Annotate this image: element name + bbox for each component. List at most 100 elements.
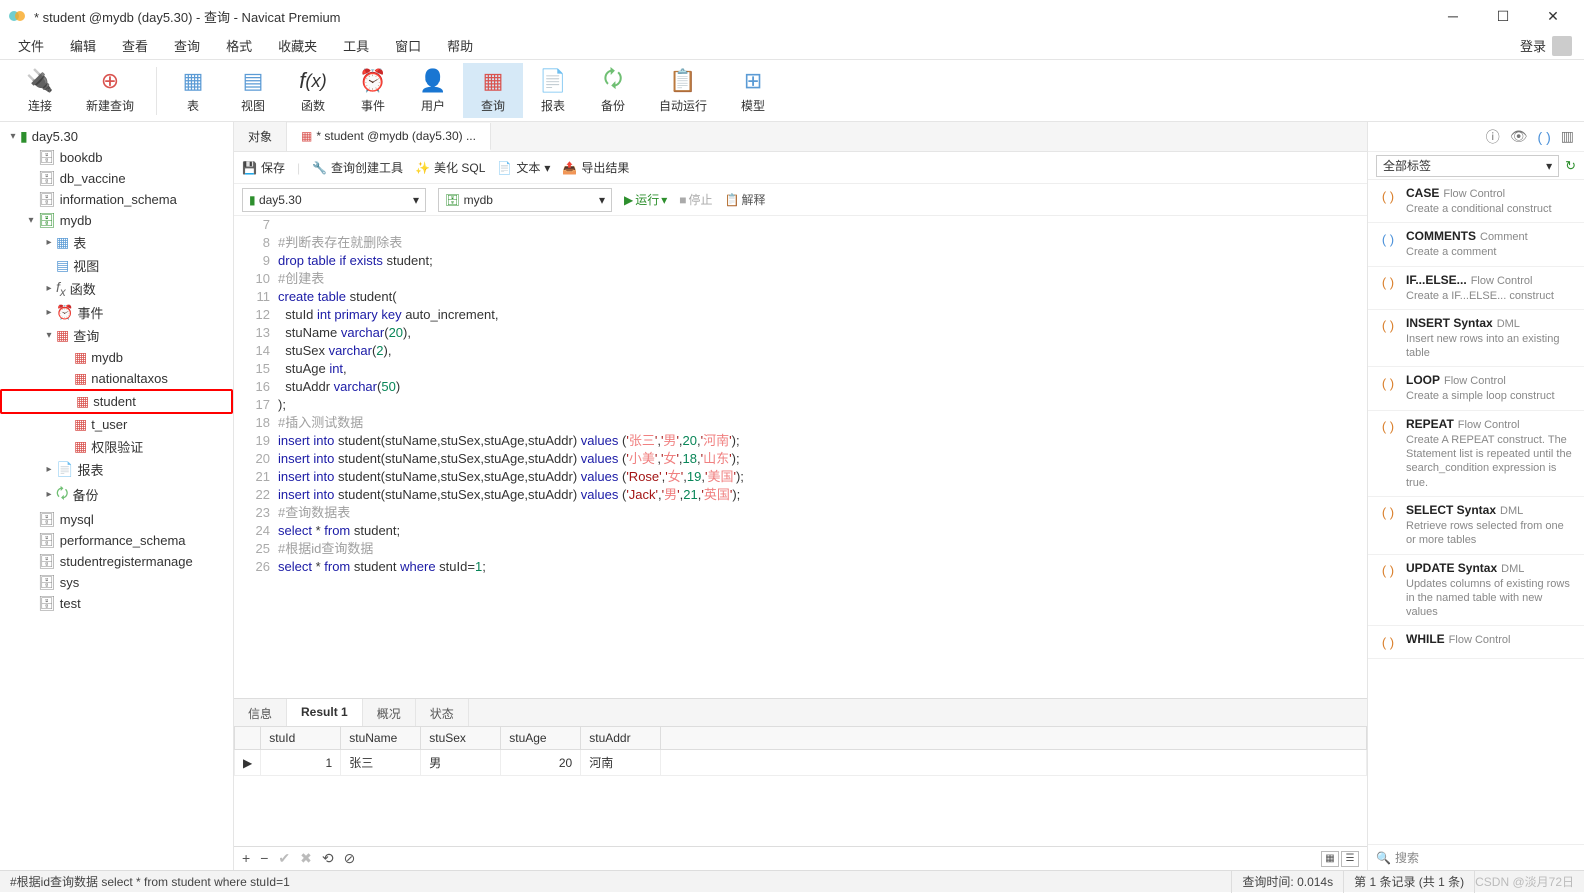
stop-load-button[interactable]: ⊘ bbox=[344, 850, 356, 867]
tool-view[interactable]: ▤视图 bbox=[223, 63, 283, 118]
result-tab-概况[interactable]: 概况 bbox=[363, 699, 416, 726]
tree-权限验证[interactable]: ▦权限验证 bbox=[0, 435, 233, 458]
connection-select[interactable]: ▮ day5.30▾ bbox=[242, 188, 426, 212]
tree-mysql[interactable]: 🗄mysql bbox=[0, 509, 233, 530]
tree-函数[interactable]: ▸fx函数 bbox=[0, 277, 233, 301]
tool-event[interactable]: ⏰事件 bbox=[343, 63, 403, 118]
tab-objects[interactable]: 对象 bbox=[234, 122, 287, 151]
menu-收藏夹[interactable]: 收藏夹 bbox=[266, 32, 329, 59]
menu-查看[interactable]: 查看 bbox=[110, 32, 160, 59]
tree-mydb[interactable]: ▾🗄mydb bbox=[0, 210, 233, 231]
snippet-IF...ELSE...[interactable]: ( ) IF...ELSE...Flow Control Create a IF… bbox=[1368, 267, 1584, 310]
snippet-LOOP[interactable]: ( ) LOOPFlow Control Create a simple loo… bbox=[1368, 367, 1584, 410]
maximize-button[interactable]: ☐ bbox=[1480, 0, 1526, 32]
tool-function[interactable]: f(x)函数 bbox=[283, 63, 343, 118]
export-button[interactable]: 📤 导出结果 bbox=[562, 159, 629, 176]
col-stuAddr[interactable]: stuAddr bbox=[581, 727, 661, 750]
tree-test[interactable]: 🗄test bbox=[0, 593, 233, 614]
beautify-button[interactable]: ✨ 美化 SQL bbox=[415, 159, 485, 176]
result-grid[interactable]: stuIdstuNamestuSexstuAgestuAddr▶1张三男20河南 bbox=[234, 726, 1367, 846]
tree-备份[interactable]: ▸🗘备份 bbox=[0, 481, 233, 509]
explain-button[interactable]: 📋 解释 bbox=[725, 191, 766, 208]
brackets-icon[interactable]: ( ) bbox=[1538, 129, 1551, 145]
grid-view-icon[interactable]: ▦ bbox=[1321, 851, 1339, 867]
tree-db_vaccine[interactable]: 🗄db_vaccine bbox=[0, 168, 233, 189]
tree-bookdb[interactable]: 🗄bookdb bbox=[0, 147, 233, 168]
tree-day5.30[interactable]: ▾▮day5.30 bbox=[0, 126, 233, 147]
col-stuName[interactable]: stuName bbox=[341, 727, 421, 750]
snippet-COMMENTS[interactable]: ( ) COMMENTSComment Create a comment bbox=[1368, 223, 1584, 266]
tree-student[interactable]: ▦student bbox=[0, 389, 233, 414]
col-stuId[interactable]: stuId bbox=[261, 727, 341, 750]
snippet-CASE[interactable]: ( ) CASEFlow Control Create a conditiona… bbox=[1368, 180, 1584, 223]
refresh-snippets-button[interactable]: ↻ bbox=[1565, 158, 1576, 174]
tool-new-query[interactable]: ⊕新建查询 bbox=[70, 63, 150, 118]
close-button[interactable]: ✕ bbox=[1530, 0, 1576, 32]
tab-query[interactable]: ▦* student @mydb (day5.30) ... bbox=[287, 123, 491, 151]
tree-performance_schema[interactable]: 🗄performance_schema bbox=[0, 530, 233, 551]
menu-查询[interactable]: 查询 bbox=[162, 32, 212, 59]
add-row-button[interactable]: + bbox=[242, 850, 250, 867]
menu-文件[interactable]: 文件 bbox=[6, 32, 56, 59]
🗄-icon: 🗄 bbox=[38, 511, 56, 528]
schema-select[interactable]: 🗄 mydb▾ bbox=[438, 188, 612, 212]
tree-表[interactable]: ▸▦表 bbox=[0, 231, 233, 254]
tree-mydb[interactable]: ▦mydb bbox=[0, 347, 233, 368]
tree-视图[interactable]: ▤视图 bbox=[0, 254, 233, 277]
snippet-SELECT Syntax[interactable]: ( ) SELECT SyntaxDML Retrieve rows selec… bbox=[1368, 497, 1584, 555]
save-button[interactable]: 💾 保存 bbox=[242, 159, 285, 176]
login-link[interactable]: 登录 bbox=[1520, 36, 1546, 55]
result-tab-状态[interactable]: 状态 bbox=[416, 699, 469, 726]
result-tab-信息[interactable]: 信息 bbox=[234, 699, 287, 726]
tool-report[interactable]: 📄报表 bbox=[523, 63, 583, 118]
menu-帮助[interactable]: 帮助 bbox=[435, 32, 485, 59]
tag-filter-select[interactable]: 全部标签▾ bbox=[1376, 155, 1559, 177]
form-view-icon[interactable]: ☰ bbox=[1341, 851, 1359, 867]
tree-studentregistermanage[interactable]: 🗄studentregistermanage bbox=[0, 551, 233, 572]
tool-table[interactable]: ▦表 bbox=[163, 63, 223, 118]
stop-button[interactable]: ■ 停止 bbox=[679, 191, 712, 208]
snippet-WHILE[interactable]: ( ) WHILEFlow Control bbox=[1368, 626, 1584, 659]
menu-工具[interactable]: 工具 bbox=[331, 32, 381, 59]
tool-autorun[interactable]: 📋自动运行 bbox=[643, 63, 723, 118]
code-editor[interactable]: 7891011121314151617181920212223242526 #判… bbox=[234, 216, 1367, 698]
avatar[interactable] bbox=[1552, 36, 1572, 56]
menu-格式[interactable]: 格式 bbox=[214, 32, 264, 59]
snippets-list[interactable]: ( ) CASEFlow Control Create a conditiona… bbox=[1368, 180, 1584, 844]
query-builder-button[interactable]: 🔧 查询创建工具 bbox=[312, 159, 403, 176]
minimize-button[interactable]: ─ bbox=[1430, 0, 1476, 32]
commit-button[interactable]: ✔ bbox=[278, 850, 290, 867]
column-icon[interactable]: ▥ bbox=[1561, 128, 1574, 145]
sidebar-tree[interactable]: ▾▮day5.30🗄bookdb🗄db_vaccine🗄information_… bbox=[0, 122, 234, 870]
table-row[interactable]: ▶1张三男20河南 bbox=[235, 750, 1367, 776]
tree-information_schema[interactable]: 🗄information_schema bbox=[0, 189, 233, 210]
tree-sys[interactable]: 🗄sys bbox=[0, 572, 233, 593]
eye-icon[interactable]: 👁 bbox=[1510, 128, 1528, 145]
refresh-button[interactable]: ⟲ bbox=[322, 850, 334, 867]
result-tab-Result 1[interactable]: Result 1 bbox=[287, 699, 363, 726]
snippet-INSERT Syntax[interactable]: ( ) INSERT SyntaxDML Insert new rows int… bbox=[1368, 310, 1584, 368]
info-icon[interactable]: ⓘ bbox=[1486, 127, 1500, 147]
menu-编辑[interactable]: 编辑 bbox=[58, 32, 108, 59]
text-button[interactable]: 📄 文本 ▾ bbox=[497, 159, 550, 176]
tree-事件[interactable]: ▸⏰事件 bbox=[0, 301, 233, 324]
tree-nationaltaxos[interactable]: ▦nationaltaxos bbox=[0, 368, 233, 389]
tool-model[interactable]: ⊞模型 bbox=[723, 63, 783, 118]
delete-row-button[interactable]: − bbox=[260, 850, 268, 867]
menu-窗口[interactable]: 窗口 bbox=[383, 32, 433, 59]
col-stuAge[interactable]: stuAge bbox=[501, 727, 581, 750]
col-stuSex[interactable]: stuSex bbox=[421, 727, 501, 750]
snippet-UPDATE Syntax[interactable]: ( ) UPDATE SyntaxDML Updates columns of … bbox=[1368, 555, 1584, 627]
cancel-button[interactable]: ✖ bbox=[300, 850, 312, 867]
tool-backup[interactable]: 🗘备份 bbox=[583, 63, 643, 118]
snippet-search[interactable]: 🔍 搜索 bbox=[1368, 844, 1584, 870]
tool-user[interactable]: 👤用户 bbox=[403, 63, 463, 118]
snippet-REPEAT[interactable]: ( ) REPEATFlow Control Create A REPEAT c… bbox=[1368, 411, 1584, 497]
tree-查询[interactable]: ▾▦查询 bbox=[0, 324, 233, 347]
tree-t_user[interactable]: ▦t_user bbox=[0, 414, 233, 435]
run-button[interactable]: ▶ 运行 ▾ bbox=[624, 191, 667, 208]
statusbar: #根据id查询数据 select * from student where st… bbox=[0, 870, 1584, 892]
tool-query[interactable]: ▦查询 bbox=[463, 63, 523, 118]
tree-报表[interactable]: ▸📄报表 bbox=[0, 458, 233, 481]
tool-connect[interactable]: 🔌连接 bbox=[10, 63, 70, 118]
